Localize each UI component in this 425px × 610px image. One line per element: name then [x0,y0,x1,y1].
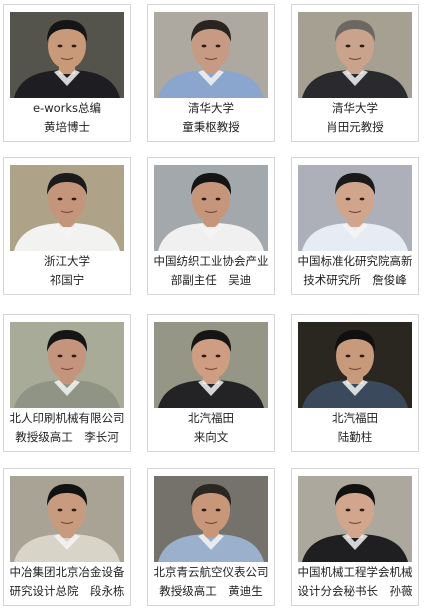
caption-line-2: 研究设计总院 段永栋 [9,584,125,598]
person-photo[interactable] [10,476,124,562]
portrait-image [10,165,124,251]
caption-line-2: 肖田元教授 [326,120,384,134]
person-card[interactable]: e-works总编 黄培博士 [3,4,131,142]
person-caption: 北汽福田 来向文 [148,409,274,447]
person-caption: 中国纺织工业协会产业 部副主任 吴迪 [148,252,274,290]
portrait-image [154,12,268,98]
caption-line-2: 设计分会秘书长 孙薇 [297,584,413,598]
caption-line-1: 北汽福田 [332,411,378,425]
caption-line-2: 来向文 [193,430,229,444]
caption-line-2: 祁国宁 [49,273,85,287]
caption-line-1: e-works总编 [32,101,102,115]
caption-line-2: 陆勤柱 [337,430,373,444]
caption-line-2: 黄培博士 [44,120,90,134]
person-photo[interactable] [298,165,412,251]
person-caption: 北汽福田 陆勤柱 [292,409,418,447]
person-card[interactable]: 清华大学 肖田元教授 [291,4,419,142]
person-caption: e-works总编 黄培博士 [4,99,130,137]
portrait-image [10,322,124,408]
caption-line-1: 中国标准化研究院高新 [297,254,413,268]
caption-line-1: 中国纺织工业协会产业 [153,254,269,268]
caption-line-1: 北汽福田 [188,411,234,425]
person-card[interactable]: 中国标准化研究院高新 技术研究所 詹俊峰 [291,157,419,295]
person-photo[interactable] [154,12,268,98]
person-caption: 清华大学 肖田元教授 [292,99,418,137]
person-photo[interactable] [298,12,412,98]
person-photo[interactable] [10,322,124,408]
person-card[interactable]: 清华大学 童秉枢教授 [147,4,275,142]
portrait-image [298,322,412,408]
caption-line-2: 教授级高工 黄迪生 [159,584,263,598]
person-photo[interactable] [298,476,412,562]
portrait-image [10,12,124,98]
person-card[interactable]: 中冶集团北京冶金设备 研究设计总院 段永栋 [3,468,131,606]
person-card[interactable]: 北人印刷机械有限公司 教授级高工 李长河 [3,314,131,452]
portrait-image [154,165,268,251]
person-caption: 中国标准化研究院高新 技术研究所 詹俊峰 [292,252,418,290]
person-photo[interactable] [10,12,124,98]
portrait-image [154,322,268,408]
caption-line-1: 北京青云航空仪表公司 [153,565,269,579]
person-card[interactable]: 北汽福田 来向文 [147,314,275,452]
person-card[interactable]: 北汽福田 陆勤柱 [291,314,419,452]
portrait-image [10,476,124,562]
caption-line-2: 童秉枢教授 [182,120,240,134]
person-photo[interactable] [298,322,412,408]
caption-line-2: 教授级高工 李长河 [15,430,119,444]
person-card[interactable]: 中国纺织工业协会产业 部副主任 吴迪 [147,157,275,295]
portrait-image [298,165,412,251]
person-caption: 清华大学 童秉枢教授 [148,99,274,137]
person-photo[interactable] [10,165,124,251]
portrait-image [298,12,412,98]
caption-line-1: 中国机械工程学会机械 [297,565,413,579]
caption-line-1: 浙江大学 [44,254,90,268]
caption-line-1: 北人印刷机械有限公司 [9,411,125,425]
person-card[interactable]: 北京青云航空仪表公司 教授级高工 黄迪生 [147,468,275,606]
caption-line-2: 部副主任 吴迪 [170,273,252,287]
person-caption: 中国机械工程学会机械 设计分会秘书长 孙薇 [292,563,418,601]
portrait-image [154,476,268,562]
portrait-image [298,476,412,562]
person-caption: 北人印刷机械有限公司 教授级高工 李长河 [4,409,130,447]
caption-line-1: 清华大学 [188,101,234,115]
person-caption: 浙江大学 祁国宁 [4,252,130,290]
person-card[interactable]: 浙江大学 祁国宁 [3,157,131,295]
person-photo[interactable] [154,322,268,408]
person-photo[interactable] [154,165,268,251]
caption-line-1: 中冶集团北京冶金设备 [9,565,125,579]
person-card[interactable]: 中国机械工程学会机械 设计分会秘书长 孙薇 [291,468,419,606]
person-caption: 中冶集团北京冶金设备 研究设计总院 段永栋 [4,563,130,601]
person-caption: 北京青云航空仪表公司 教授级高工 黄迪生 [148,563,274,601]
caption-line-1: 清华大学 [332,101,378,115]
person-photo[interactable] [154,476,268,562]
caption-line-2: 技术研究所 詹俊峰 [303,273,407,287]
